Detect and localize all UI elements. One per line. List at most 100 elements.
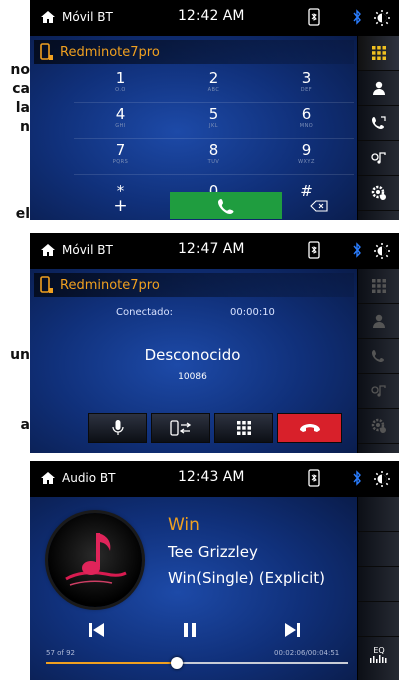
sidebar-recents[interactable] [358,106,399,141]
key-5[interactable]: 5 JKL [167,102,260,138]
album-art [48,513,142,607]
dialpad-screen: Móvil BT 12:42 AM Redminote7pro 1 O.O 2 AB… [30,0,399,220]
settings-gear-icon [371,418,386,433]
sidebar-contacts[interactable] [358,71,399,106]
key-3[interactable]: 3 DEF [260,66,353,102]
brightness-icon[interactable] [374,243,390,259]
previous-track-icon[interactable] [87,621,107,639]
sidebar-slot [358,497,399,532]
call-controls [88,413,343,443]
device-bar: Redminote7pro [34,273,354,297]
key-8[interactable]: 8 TUV [167,138,260,174]
sidebar-dialpad[interactable] [358,36,399,71]
end-call-icon [299,424,320,432]
audio-transfer-icon [169,420,191,436]
eq-button[interactable]: EQ [358,637,399,672]
edge-text-3: la [15,100,30,116]
dialpad-actions: + [74,192,354,219]
progress-knob[interactable] [170,657,183,669]
home-icon[interactable] [40,471,56,485]
key-4[interactable]: 4 GHI [74,102,167,138]
phone-music-icon [371,385,386,397]
sidebar [357,36,399,220]
phone-handset-icon [218,198,234,214]
key-7[interactable]: 7 PQRS [74,138,167,174]
device-phone-icon [40,43,53,60]
call-log-icon [372,350,384,362]
app-title: Móvil BT [62,10,113,24]
device-name: Redminote7pro [60,44,160,60]
album-name: Win(Single) (Explicit) [168,569,325,587]
artist-name: Tee Grizzley [168,543,258,561]
app-title: Móvil BT [62,243,113,257]
status-bar: Móvil BT 12:42 AM [30,0,399,36]
phone-music-icon [371,152,386,164]
contact-icon [373,81,385,95]
key-2[interactable]: 2 ABC [167,66,260,102]
phone-link-icon [308,469,320,487]
settings-gear-icon [371,185,386,200]
sidebar [357,269,399,453]
dialpad-grid-icon [236,421,251,435]
brightness-icon[interactable] [374,10,390,26]
elapsed-total-time: 00:02:06/00:04:51 [274,649,340,657]
bluetooth-icon [353,470,361,486]
caller-name: Desconocido [144,346,241,364]
device-phone-icon [40,276,53,293]
backspace-button[interactable] [284,192,354,219]
phone-link-icon [308,241,320,259]
eq-label: EQ [373,646,385,655]
key-1[interactable]: 1 O.O [74,66,167,102]
keypad-button[interactable] [214,413,274,443]
music-note-icon [65,533,127,586]
clock: 12:43 AM [178,469,245,485]
progress-bar[interactable] [46,662,348,664]
call-log-icon [372,116,386,129]
edge-text-6: un [10,347,30,363]
edge-text-5: el [15,206,30,222]
status-bar: Móvil BT 12:47 AM [30,233,399,269]
sidebar-slot [358,532,399,567]
caller-number: 10086 [178,372,207,382]
edge-text-7: a [20,417,30,433]
call-status-label: Conectado: [116,307,173,318]
status-bar: Audio BT 12:43 AM [30,461,399,497]
call-duration: 00:00:10 [230,307,275,318]
sidebar-slot [358,567,399,602]
next-track-icon[interactable] [282,621,302,639]
mute-button[interactable] [88,413,148,443]
dialpad-grid-icon [372,46,386,60]
contact-icon [373,314,385,328]
device-bar: Redminote7pro [34,40,354,64]
backspace-icon [310,199,328,212]
app-title: Audio BT [62,471,116,485]
equalizer-icon [370,655,387,663]
microphone-icon [111,420,124,435]
progress-fill [46,662,177,664]
sidebar-recents[interactable] [358,339,399,374]
home-icon[interactable] [40,10,56,24]
sidebar-contacts[interactable] [358,304,399,339]
hang-up-button[interactable] [277,413,343,443]
sidebar-slot [358,602,399,637]
sidebar-settings[interactable] [358,176,399,211]
edge-text-4: n [20,119,30,135]
track-position: 57 of 92 [46,649,76,657]
sidebar-music[interactable] [358,141,399,176]
device-name: Redminote7pro [60,277,160,293]
plus-button[interactable]: + [74,192,167,219]
audio-screen: Audio BT 12:43 AM Win Tee Grizzley Win(S… [30,461,399,680]
home-icon[interactable] [40,243,56,257]
key-6[interactable]: 6 MNO [260,102,353,138]
brightness-icon[interactable] [374,471,390,487]
call-button[interactable] [170,192,282,219]
sidebar-dialpad[interactable] [358,269,399,304]
pause-icon[interactable] [180,621,200,639]
edge-text-2: ca [12,81,30,97]
song-title: Win [168,515,200,535]
key-9[interactable]: 9 WXYZ [260,138,353,174]
sidebar-settings[interactable] [358,409,399,444]
transfer-audio-button[interactable] [151,413,211,443]
dialpad-grid-icon [372,279,386,293]
sidebar-music[interactable] [358,374,399,409]
